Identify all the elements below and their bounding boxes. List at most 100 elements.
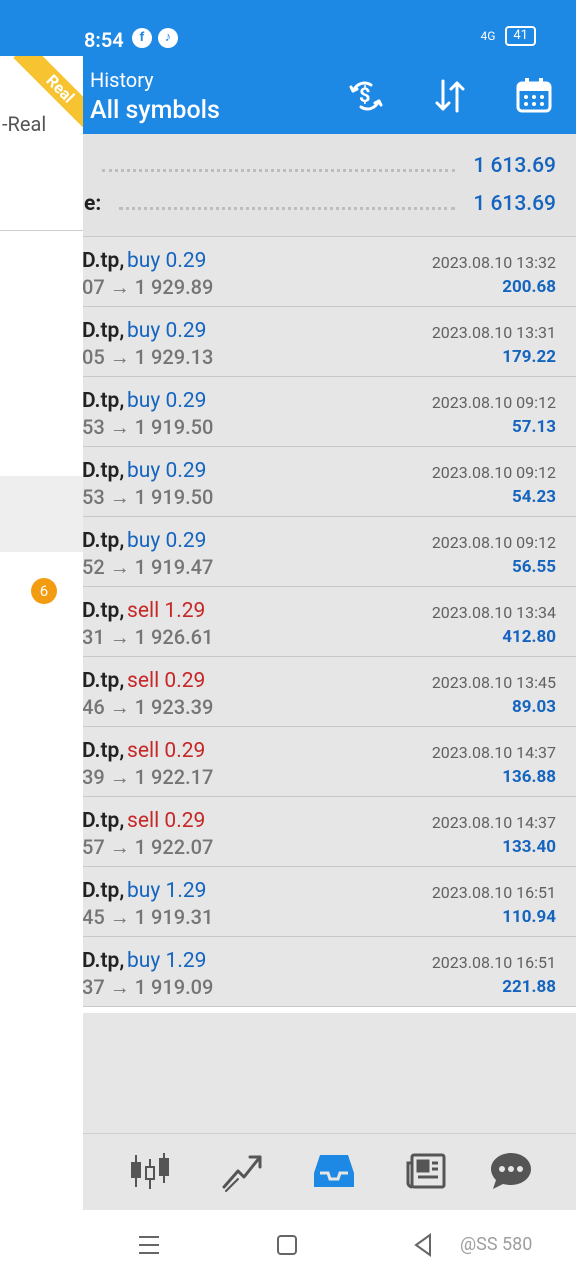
side-drawer: Real -Real 6	[0, 56, 83, 1210]
trade-profit: 412.80	[502, 627, 556, 647]
trade-direction: buy 1.29	[127, 949, 207, 973]
trade-direction: buy 0.29	[127, 319, 207, 343]
trade-direction: buy 0.29	[127, 529, 207, 553]
trade-price: 46 → 1 923.39	[82, 695, 214, 719]
trade-price: 52 → 1 919.47	[82, 555, 214, 579]
trade-profit: 179.22	[502, 347, 556, 367]
trade-date: 2023.08.10 09:12	[431, 463, 556, 482]
trade-price: 57 → 1 922.07	[82, 835, 214, 859]
news-icon[interactable]	[403, 1148, 449, 1194]
status-app-icons: f ♪	[132, 28, 178, 48]
trade-date: 2023.08.10 13:32	[431, 253, 556, 272]
trade-direction: buy 0.29	[127, 249, 207, 273]
trade-row[interactable]: D.tp, sell 0.29 39 → 1 922.17 2023.08.10 14…	[0, 727, 576, 797]
status-time: 8:54	[84, 28, 124, 52]
drawer-selected-item[interactable]	[0, 476, 83, 552]
system-nav: @SS 580	[0, 1210, 576, 1280]
trade-row[interactable]: D.tp, buy 0.29 53 → 1 919.50 2023.08.10 09:…	[0, 377, 576, 447]
sort-icon[interactable]	[428, 74, 472, 118]
summary-row-2: e: 1 613.69	[84, 186, 556, 222]
header-title[interactable]: All symbols	[90, 96, 220, 125]
trade-price: 39 → 1 922.17	[82, 765, 214, 789]
trade-date: 2023.08.10 09:12	[431, 533, 556, 552]
trade-history-icon[interactable]	[311, 1148, 357, 1194]
back-icon[interactable]	[408, 1230, 438, 1260]
trade-symbol: D.tp,	[82, 809, 125, 833]
trade-symbol: D.tp,	[82, 249, 125, 273]
trade-symbol: D.tp,	[82, 389, 125, 413]
status-right: 4G 41	[480, 26, 536, 46]
trade-direction: buy 0.29	[127, 389, 207, 413]
trade-price: 31 → 1 926.61	[82, 625, 214, 649]
chart-icon[interactable]	[219, 1148, 265, 1194]
trade-date: 2023.08.10 16:51	[431, 953, 556, 972]
summary-value-2: 1 613.69	[473, 192, 556, 216]
trade-symbol: D.tp,	[82, 669, 125, 693]
trade-direction: sell 0.29	[127, 739, 206, 763]
trade-symbol: D.tp,	[82, 529, 125, 553]
chat-icon[interactable]	[488, 1148, 534, 1194]
dotted-leader	[119, 199, 456, 210]
bottom-nav	[0, 1133, 576, 1210]
trade-row[interactable]: D.tp, buy 1.29 45 → 1 919.31 2023.08.10 16:…	[0, 867, 576, 937]
watermark: @SS 580	[460, 1234, 533, 1255]
trade-row[interactable]: D.tp, buy 0.29 07 → 1 929.89 2023.08.10 13:…	[0, 237, 576, 307]
trade-direction: sell 0.29	[127, 669, 206, 693]
dotted-leader	[102, 161, 456, 172]
trade-row[interactable]: D.tp, sell 0.29 57 → 1 922.07 2023.08.10 14…	[0, 797, 576, 867]
trade-row[interactable]: D.tp, buy 0.29 53 → 1 919.50 2023.08.10 09:…	[0, 447, 576, 517]
trade-symbol: D.tp,	[82, 319, 125, 343]
trade-row[interactable]: D.tp, sell 1.29 31 → 1 926.61 2023.08.10 13…	[0, 587, 576, 657]
trade-symbol: D.tp,	[82, 879, 125, 903]
quotes-icon[interactable]	[127, 1148, 173, 1194]
trade-date: 2023.08.10 16:51	[431, 883, 556, 902]
trade-price: 37 → 1 919.09	[82, 975, 214, 999]
summary-label-2: e:	[84, 192, 102, 216]
trade-row[interactable]: D.tp, sell 0.29 46 → 1 923.39 2023.08.10 13…	[0, 657, 576, 727]
trade-direction: sell 1.29	[127, 599, 206, 623]
header-subtitle: History	[90, 68, 154, 92]
currency-exchange-icon[interactable]: $	[344, 74, 388, 118]
trade-profit: 221.88	[502, 977, 556, 997]
trade-symbol: D.tp,	[82, 459, 125, 483]
status-bar: 8:54 f ♪ 4G 41	[0, 0, 576, 56]
trade-direction: sell 0.29	[127, 809, 206, 833]
trade-direction: buy 1.29	[127, 879, 207, 903]
app-header: History All symbols $	[0, 56, 576, 134]
tiktok-icon: ♪	[158, 28, 178, 48]
trade-list: D.tp, buy 0.29 07 → 1 929.89 2023.08.10 13:…	[0, 237, 576, 1007]
trade-date: 2023.08.10 13:31	[431, 323, 556, 342]
trade-date: 2023.08.10 09:12	[431, 393, 556, 412]
home-icon[interactable]	[272, 1230, 302, 1260]
trade-profit: 133.40	[502, 837, 556, 857]
trade-price: 45 → 1 919.31	[82, 905, 214, 929]
summary-value-1: 1 613.69	[473, 154, 556, 178]
menu-icon[interactable]	[134, 1230, 164, 1260]
facebook-icon: f	[132, 28, 152, 48]
trade-row[interactable]: D.tp, buy 0.29 05 → 1 929.13 2023.08.10 13:…	[0, 307, 576, 377]
trade-profit: 200.68	[502, 277, 556, 297]
account-name[interactable]: -Real	[2, 112, 46, 136]
summary-row-1: 1 613.69	[84, 148, 556, 184]
trade-symbol: D.tp,	[82, 739, 125, 763]
trade-profit: 110.94	[502, 907, 556, 927]
trade-row[interactable]: D.tp, buy 1.29 37 → 1 919.09 2023.08.10 16:…	[0, 937, 576, 1007]
trade-direction: buy 0.29	[127, 459, 207, 483]
notification-badge: 6	[31, 578, 57, 604]
trade-profit: 54.23	[512, 487, 556, 507]
trade-date: 2023.08.10 14:37	[431, 813, 556, 832]
trade-date: 2023.08.10 13:34	[431, 603, 556, 622]
trade-profit: 136.88	[502, 767, 556, 787]
trade-symbol: D.tp,	[82, 599, 125, 623]
trade-symbol: D.tp,	[82, 949, 125, 973]
calendar-icon[interactable]	[512, 74, 556, 118]
trade-price: 53 → 1 919.50	[82, 415, 214, 439]
trade-profit: 57.13	[512, 417, 556, 437]
network-label: 4G	[480, 29, 496, 43]
trade-date: 2023.08.10 13:45	[431, 673, 556, 692]
svg-text:$: $	[359, 83, 370, 107]
trade-price: 05 → 1 929.13	[82, 345, 214, 369]
summary-panel: 1 613.69 e: 1 613.69	[0, 134, 576, 237]
battery-indicator: 41	[505, 26, 536, 46]
trade-row[interactable]: D.tp, buy 0.29 52 → 1 919.47 2023.08.10 09:…	[0, 517, 576, 587]
